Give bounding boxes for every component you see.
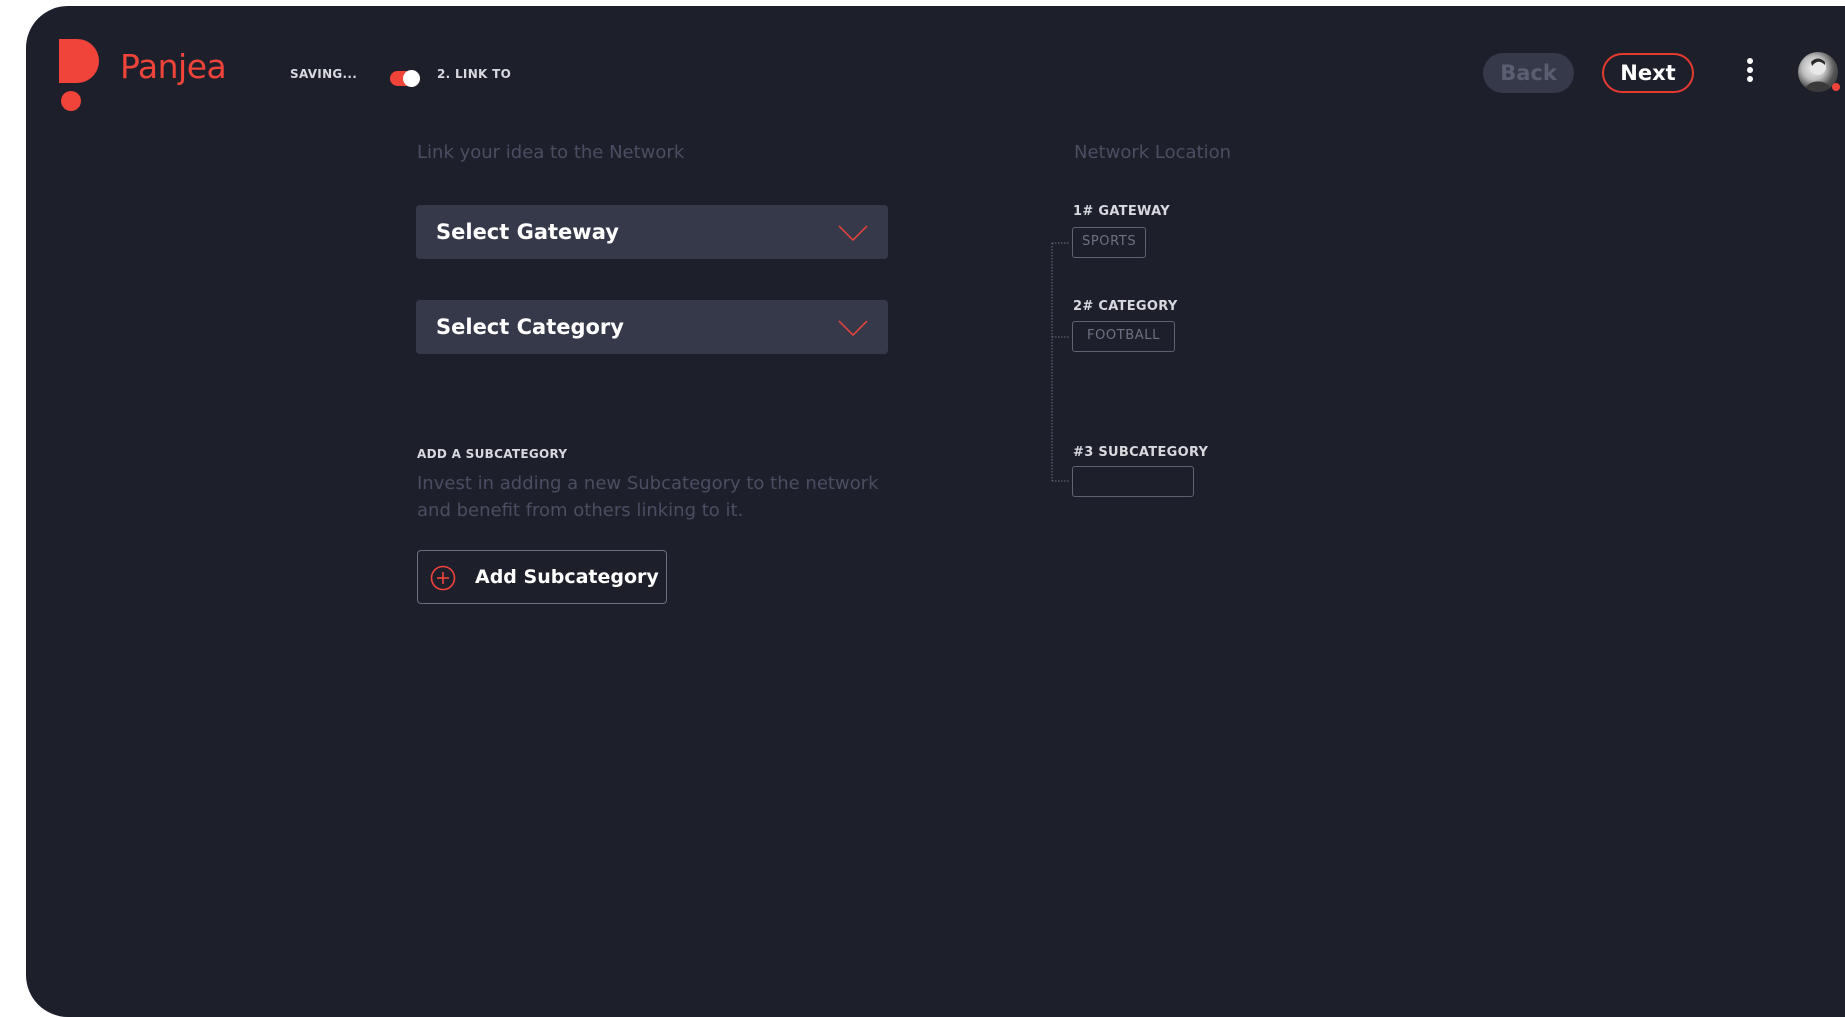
- notification-dot: [1832, 83, 1840, 91]
- gateway-select[interactable]: Select Gateway: [416, 205, 888, 259]
- app-window: Panjea SAVING... 2. LINK TO Back Next Li…: [26, 6, 1845, 1017]
- add-subcategory-button[interactable]: Add Subcategory: [417, 550, 667, 604]
- toggle-knob: [403, 70, 420, 87]
- network-location-title: Network Location: [1074, 142, 1232, 163]
- plus-circle-icon: [430, 565, 456, 591]
- next-button[interactable]: Next: [1602, 53, 1694, 93]
- subcategory-heading: ADD A SUBCATEGORY: [417, 447, 568, 461]
- category-select[interactable]: Select Category: [416, 300, 888, 354]
- panjea-logo-icon[interactable]: [59, 39, 105, 112]
- subcategory-level-label: #3 SUBCATEGORY: [1073, 445, 1209, 460]
- back-button[interactable]: Back: [1483, 53, 1574, 93]
- brand-name[interactable]: Panjea: [120, 50, 227, 83]
- network-tree-connector: [1051, 242, 1070, 482]
- gateway-level-label: 1# GATEWAY: [1073, 204, 1170, 219]
- category-select-label: Select Category: [436, 315, 624, 339]
- link-section-title: Link your idea to the Network: [417, 142, 685, 163]
- gateway-chip: SPORTS: [1072, 227, 1147, 258]
- category-level-label: 2# CATEGORY: [1073, 299, 1178, 314]
- subcategory-chip: [1072, 466, 1194, 497]
- chevron-down-icon: [838, 320, 868, 336]
- saving-status: SAVING...: [290, 67, 358, 81]
- category-chip: FOOTBALL: [1072, 321, 1175, 352]
- chevron-down-icon: [838, 225, 868, 241]
- add-subcategory-label: Add Subcategory: [475, 566, 659, 588]
- autosave-toggle[interactable]: [390, 70, 420, 87]
- gateway-select-label: Select Gateway: [436, 220, 619, 244]
- subcategory-description: Invest in adding a new Subcategory to th…: [417, 473, 879, 521]
- kebab-vertical-icon[interactable]: [1743, 58, 1757, 88]
- step-label: 2. LINK TO: [437, 67, 512, 81]
